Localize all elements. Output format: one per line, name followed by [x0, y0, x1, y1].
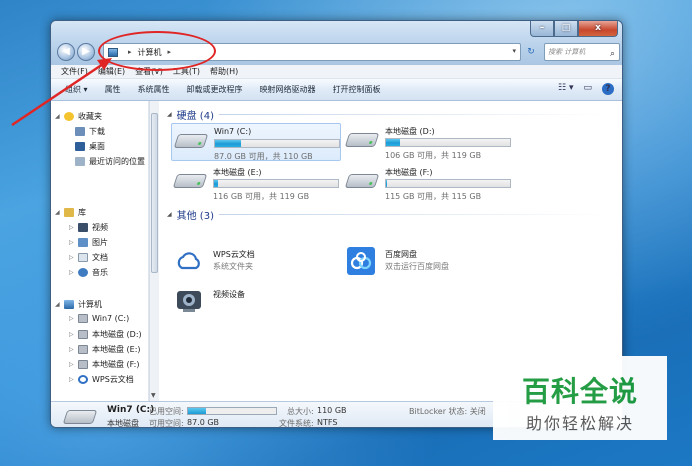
watermark-subtitle: 助你轻松解决 — [525, 414, 634, 433]
annotation-arrow-head — [97, 58, 112, 70]
watermark-title: 百科全说 — [521, 375, 638, 408]
watermark: 百科全说 助你轻松解决 — [493, 356, 667, 440]
annotation-arrow-line — [11, 60, 107, 127]
